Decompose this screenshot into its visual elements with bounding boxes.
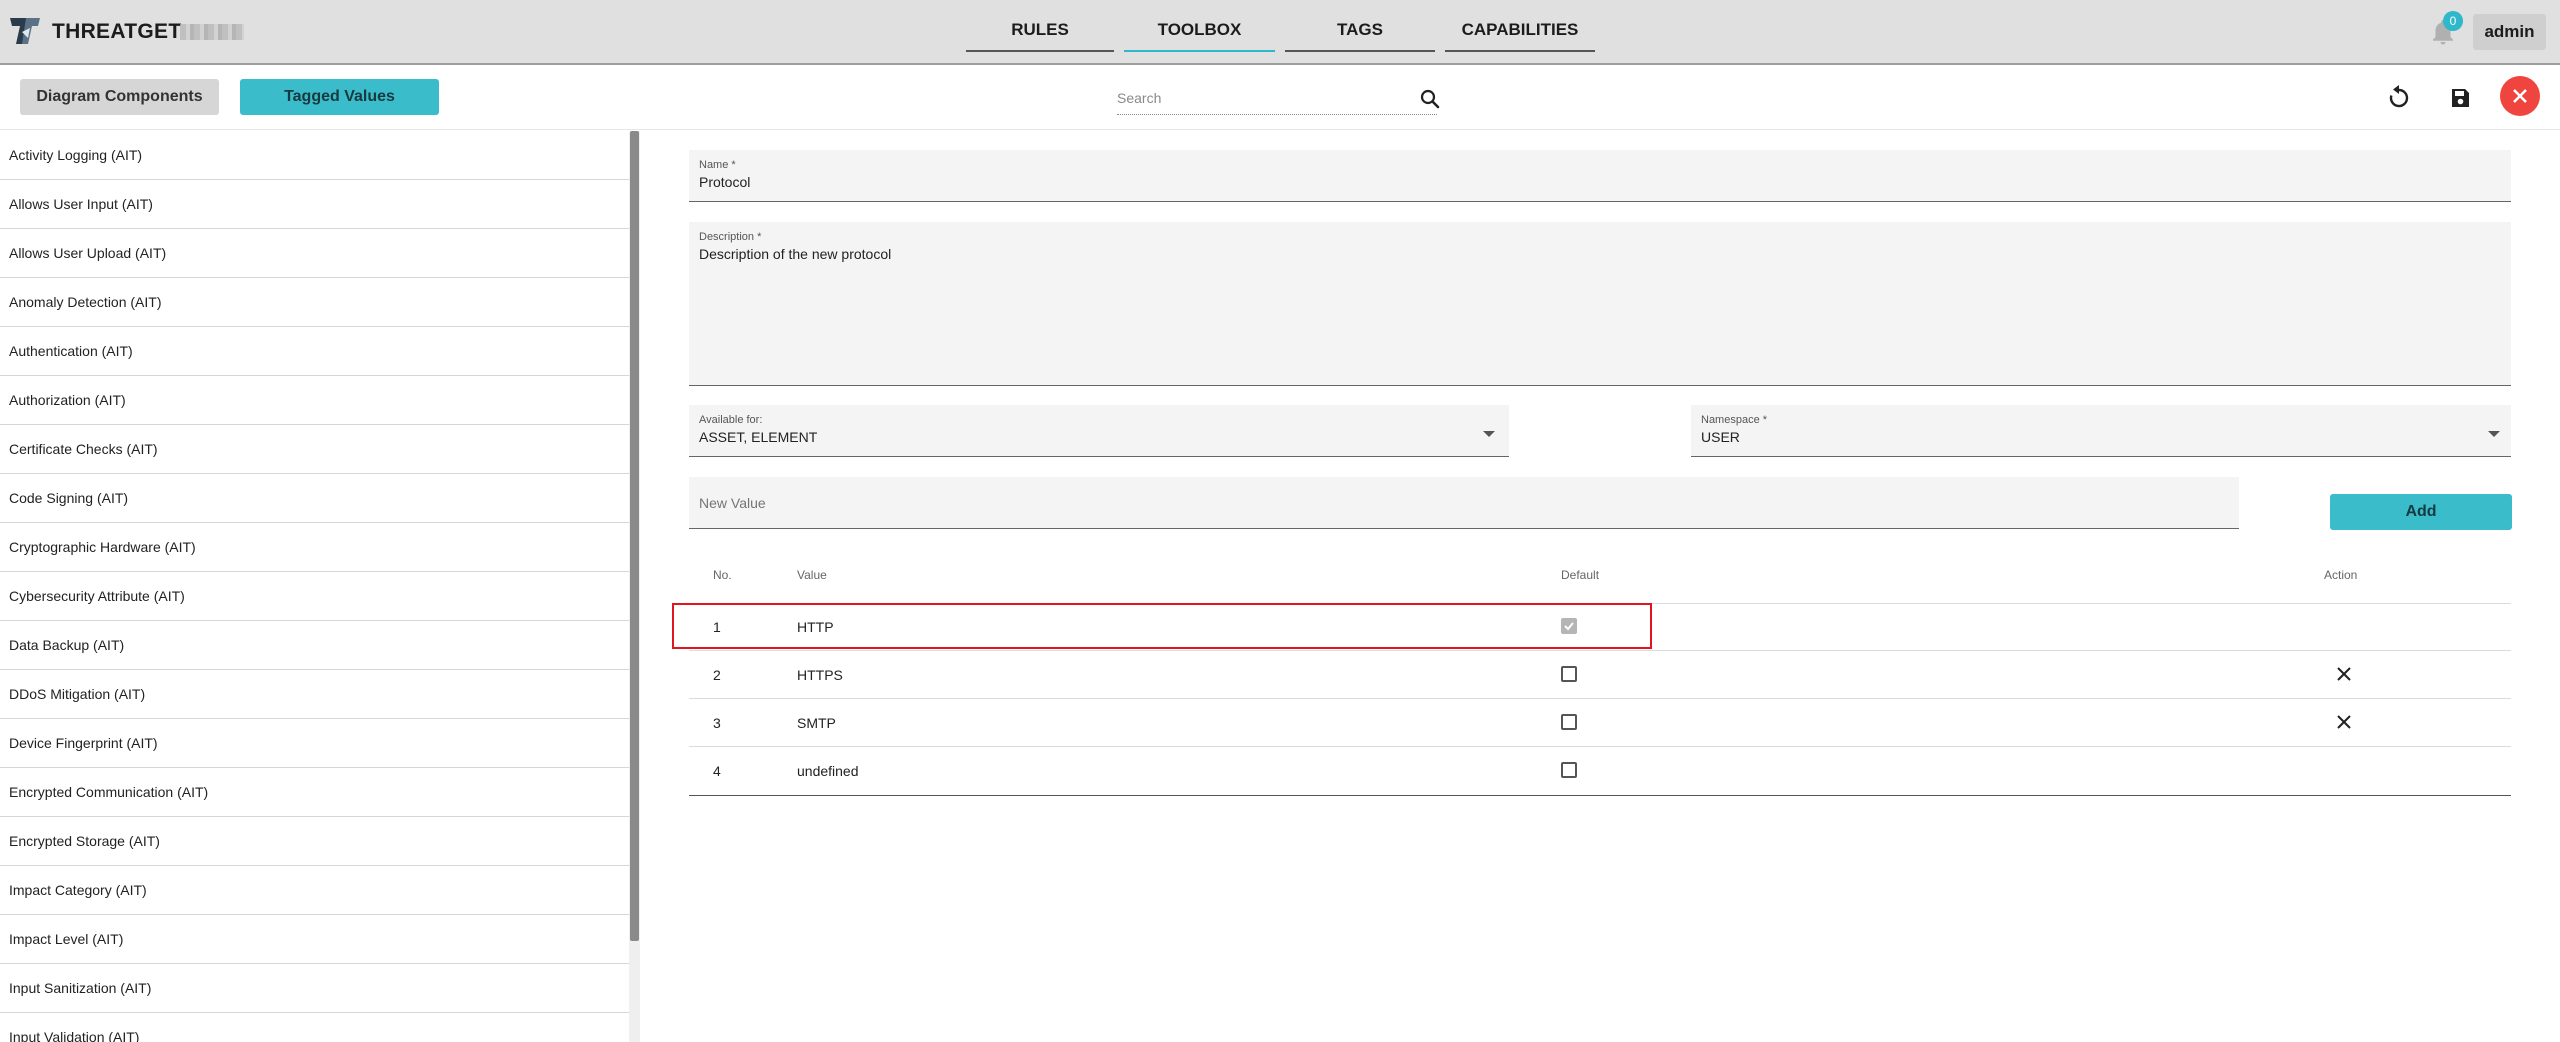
available-for-value: ASSET, ELEMENT <box>699 429 818 445</box>
name-value: Protocol <box>699 174 751 190</box>
tab-toolbox[interactable]: TOOLBOX <box>1124 12 1275 52</box>
column-header-value: Value <box>797 568 827 582</box>
sidebar-scrollbar-thumb[interactable] <box>630 131 639 941</box>
list-item[interactable]: Authentication (AIT) <box>0 327 630 376</box>
list-item[interactable]: Cryptographic Hardware (AIT) <box>0 523 630 572</box>
default-checkbox[interactable] <box>1561 714 1577 730</box>
row-number: 2 <box>713 667 721 683</box>
list-item[interactable]: Data Backup (AIT) <box>0 621 630 670</box>
row-number: 1 <box>713 619 721 635</box>
brand-subtitle-redacted <box>180 24 244 40</box>
save-icon[interactable] <box>2443 81 2477 115</box>
diagram-components-button[interactable]: Diagram Components <box>20 79 219 115</box>
description-value: Description of the new protocol <box>699 246 892 262</box>
toolbar: Diagram Components Tagged Values <box>0 67 2560 130</box>
list-item[interactable]: Anomaly Detection (AIT) <box>0 278 630 327</box>
close-x-icon[interactable] <box>2333 711 2355 733</box>
list-item[interactable]: Allows User Upload (AIT) <box>0 229 630 278</box>
new-value-input[interactable] <box>699 493 2199 513</box>
new-value-field <box>689 477 2239 529</box>
list-item[interactable]: Code Signing (AIT) <box>0 474 630 523</box>
user-menu-button[interactable]: admin <box>2473 14 2546 50</box>
table-row: 2 HTTPS <box>689 651 2511 699</box>
name-field[interactable]: Name * Protocol <box>689 150 2511 202</box>
column-header-action: Action <box>2324 568 2358 582</box>
list-item[interactable]: Input Sanitization (AIT) <box>0 964 630 1013</box>
search-icon[interactable] <box>1418 87 1442 111</box>
namespace-label: Namespace * <box>1701 414 1768 426</box>
list-item[interactable]: Encrypted Storage (AIT) <box>0 817 630 866</box>
app-header: THREATGET RULES TOOLBOX TAGS CAPABILITIE… <box>0 0 2560 65</box>
list-item[interactable]: Cybersecurity Attribute (AIT) <box>0 572 630 621</box>
list-item[interactable]: Encrypted Communication (AIT) <box>0 768 630 817</box>
caret-down-icon <box>1483 431 1495 437</box>
name-label: Name * <box>699 159 736 171</box>
check-icon <box>1564 622 1574 631</box>
row-value: HTTP <box>797 619 834 635</box>
threatget-logo-icon[interactable] <box>8 14 42 48</box>
row-number: 4 <box>713 763 721 779</box>
brand-name: THREATGET <box>52 20 182 43</box>
list-item[interactable]: Input Validation (AIT) <box>0 1013 630 1042</box>
tab-rules[interactable]: RULES <box>966 12 1114 52</box>
list-item[interactable]: Certificate Checks (AIT) <box>0 425 630 474</box>
table-bottom-border <box>689 795 2511 796</box>
close-button[interactable] <box>2500 76 2540 116</box>
column-header-no: No. <box>713 568 732 582</box>
list-item[interactable]: Impact Level (AIT) <box>0 915 630 964</box>
refresh-icon[interactable] <box>2382 81 2416 115</box>
add-value-button[interactable]: Add <box>2330 494 2512 530</box>
column-header-default: Default <box>1561 568 1600 582</box>
description-label: Description * <box>699 231 762 243</box>
tagged-values-button[interactable]: Tagged Values <box>240 79 439 115</box>
default-checkbox[interactable] <box>1561 762 1577 778</box>
search-input[interactable] <box>1117 85 1397 111</box>
description-field[interactable]: Description * Description of the new pro… <box>689 222 2511 386</box>
row-number: 3 <box>713 715 721 731</box>
list-item[interactable]: Activity Logging (AIT) <box>0 131 630 180</box>
table-row: 3 SMTP <box>689 699 2511 747</box>
list-item[interactable]: Authorization (AIT) <box>0 376 630 425</box>
namespace-value: USER <box>1701 429 1740 445</box>
tab-capabilities[interactable]: CAPABILITIES <box>1445 12 1595 52</box>
default-checkbox[interactable] <box>1561 666 1577 682</box>
caret-down-icon <box>2488 431 2500 437</box>
list-item[interactable]: Device Fingerprint (AIT) <box>0 719 630 768</box>
row-value: undefined <box>797 763 859 779</box>
list-item[interactable]: Impact Category (AIT) <box>0 866 630 915</box>
row-value: SMTP <box>797 715 836 731</box>
available-for-select[interactable]: Available for: ASSET, ELEMENT <box>689 405 1509 457</box>
close-icon <box>2513 89 2527 103</box>
list-item[interactable]: DDoS Mitigation (AIT) <box>0 670 630 719</box>
list-item[interactable]: Allows User Input (AIT) <box>0 180 630 229</box>
namespace-select[interactable]: Namespace * USER <box>1691 405 2511 457</box>
available-for-label: Available for: <box>699 414 763 426</box>
default-checkbox[interactable] <box>1561 618 1577 634</box>
notification-count-badge: 0 <box>2443 11 2463 31</box>
row-value: HTTPS <box>797 667 843 683</box>
search-field <box>1117 85 1437 115</box>
table-row: 1 HTTP <box>689 603 2511 651</box>
table-row: 4 undefined <box>689 747 2511 795</box>
tagged-values-list: Activity Logging (AIT) Allows User Input… <box>0 131 640 1042</box>
close-x-icon[interactable] <box>2333 663 2355 685</box>
tab-tags[interactable]: TAGS <box>1285 12 1435 52</box>
